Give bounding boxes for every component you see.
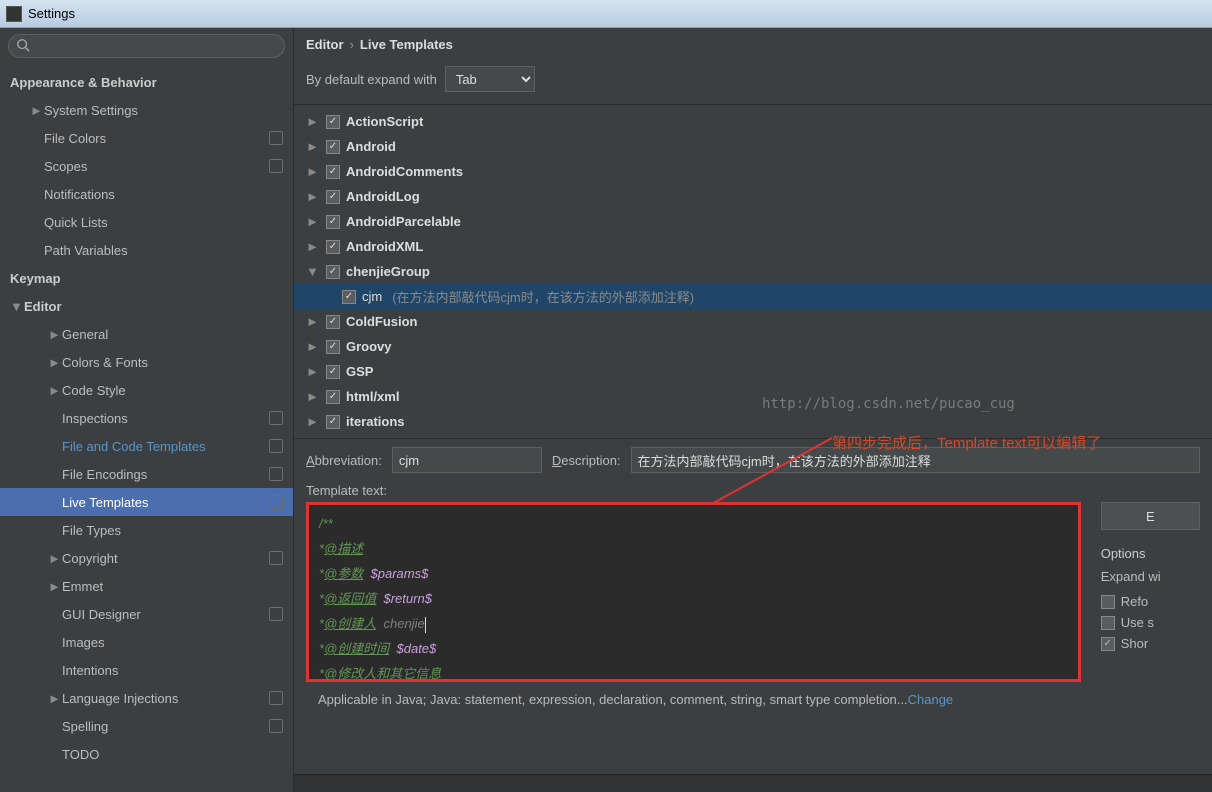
shorten-option[interactable]: ✓Shor xyxy=(1101,636,1200,651)
sidebar-item[interactable]: GUI Designer xyxy=(0,600,293,628)
expand-with-label: Expand wi xyxy=(1101,569,1200,584)
expand-label: By default expand with xyxy=(306,72,437,87)
sidebar-item[interactable]: Scopes xyxy=(0,152,293,180)
app-icon xyxy=(6,6,22,22)
watermark-text: http://blog.csdn.net/pucao_cug xyxy=(762,396,1015,412)
template-group-row[interactable]: ►✓Android xyxy=(294,134,1212,159)
sidebar-item[interactable]: File Colors xyxy=(0,124,293,152)
footer-bar xyxy=(294,774,1212,792)
checkbox-icon[interactable]: ✓ xyxy=(326,115,340,129)
project-badge-icon xyxy=(269,411,283,425)
sidebar-item[interactable]: File Types xyxy=(0,516,293,544)
checkbox-icon[interactable]: ✓ xyxy=(326,340,340,354)
project-badge-icon xyxy=(269,467,283,481)
sidebar-item[interactable]: File Encodings xyxy=(0,460,293,488)
template-group-row[interactable]: ►✓AndroidLog xyxy=(294,184,1212,209)
sidebar-item[interactable]: ►Code Style xyxy=(0,376,293,404)
titlebar: Settings xyxy=(0,0,1212,28)
template-item-row[interactable]: ✓cjm(在方法内部敲代码cjm时，在该方法的外部添加注释) xyxy=(294,284,1212,309)
checkbox-icon[interactable]: ✓ xyxy=(326,265,340,279)
checkbox-icon[interactable]: ✓ xyxy=(326,240,340,254)
checkbox-icon[interactable]: ✓ xyxy=(326,165,340,179)
edit-variables-button[interactable]: E xyxy=(1101,502,1200,530)
expand-select[interactable]: Tab xyxy=(445,66,535,92)
template-text-editor[interactable]: /***@描述*@参数 $params$*@返回值 $return$*@创建人 … xyxy=(306,502,1081,682)
checkbox-icon[interactable]: ✓ xyxy=(326,390,340,404)
sidebar-item[interactable]: ►General xyxy=(0,320,293,348)
sidebar-item[interactable]: File and Code Templates xyxy=(0,432,293,460)
template-group-row[interactable]: ►✓Groovy xyxy=(294,334,1212,359)
checkbox-icon[interactable]: ✓ xyxy=(326,365,340,379)
project-badge-icon xyxy=(269,719,283,733)
template-group-row[interactable]: ►✓ColdFusion xyxy=(294,309,1212,334)
sidebar-item[interactable]: Images xyxy=(0,628,293,656)
use-static-option[interactable]: Use s xyxy=(1101,615,1200,630)
sidebar-group[interactable]: ▼Editor xyxy=(0,292,293,320)
abbrev-label: Abbreviation: xyxy=(306,453,382,468)
project-badge-icon xyxy=(269,495,283,509)
sidebar-item[interactable]: TODO xyxy=(0,740,293,768)
project-badge-icon xyxy=(269,131,283,145)
sidebar-item[interactable]: Path Variables xyxy=(0,236,293,264)
checkbox-icon[interactable]: ✓ xyxy=(326,140,340,154)
desc-label: Description: xyxy=(552,453,621,468)
sidebar-group[interactable]: Appearance & Behavior xyxy=(0,68,293,96)
sidebar-item[interactable]: ►Emmet xyxy=(0,572,293,600)
sidebar-item[interactable]: Inspections xyxy=(0,404,293,432)
checkbox-icon[interactable]: ✓ xyxy=(326,315,340,329)
sidebar-item[interactable]: Spelling xyxy=(0,712,293,740)
project-badge-icon xyxy=(269,439,283,453)
sidebar-item[interactable]: Notifications xyxy=(0,180,293,208)
settings-sidebar: Appearance & Behavior►System SettingsFil… xyxy=(0,28,294,792)
checkbox-icon[interactable]: ✓ xyxy=(326,415,340,429)
annotation-text: 第四步完成后，Template text可以编辑了 xyxy=(832,432,1101,453)
options-title: Options xyxy=(1101,546,1200,561)
template-group-row[interactable]: ►✓AndroidParcelable xyxy=(294,209,1212,234)
checkbox-icon[interactable]: ✓ xyxy=(326,215,340,229)
breadcrumb-a: Editor xyxy=(306,37,344,52)
template-list[interactable]: ►✓ActionScript►✓Android►✓AndroidComments… xyxy=(294,104,1212,439)
template-group-row[interactable]: ►✓AndroidComments xyxy=(294,159,1212,184)
template-group-row[interactable]: ►✓iterations xyxy=(294,409,1212,434)
breadcrumb-sep: › xyxy=(350,37,354,52)
project-badge-icon xyxy=(269,607,283,621)
template-text-label: Template text: xyxy=(306,483,1200,498)
breadcrumb-b: Live Templates xyxy=(360,37,453,52)
project-badge-icon xyxy=(269,691,283,705)
search-box[interactable] xyxy=(8,34,285,58)
abbrev-input[interactable] xyxy=(392,447,542,473)
content-panel: Editor › Live Templates By default expan… xyxy=(294,28,1212,792)
template-group-row[interactable]: ►✓html/xml xyxy=(294,384,1212,409)
sidebar-item[interactable]: Intentions xyxy=(0,656,293,684)
sidebar-item[interactable]: ►Colors & Fonts xyxy=(0,348,293,376)
change-link[interactable]: Change xyxy=(908,692,954,707)
window-title: Settings xyxy=(28,6,75,21)
search-input[interactable] xyxy=(8,34,285,58)
project-badge-icon xyxy=(269,159,283,173)
sidebar-item[interactable]: ►Language Injections xyxy=(0,684,293,712)
sidebar-item[interactable]: Live Templates xyxy=(0,488,293,516)
sidebar-item[interactable]: ►Copyright xyxy=(0,544,293,572)
template-group-row[interactable]: ►✓GSP xyxy=(294,359,1212,384)
template-group-row[interactable]: ►✓ActionScript xyxy=(294,109,1212,134)
template-group-row[interactable]: ►✓AndroidXML xyxy=(294,234,1212,259)
search-icon xyxy=(16,38,30,55)
project-badge-icon xyxy=(269,551,283,565)
settings-tree[interactable]: Appearance & Behavior►System SettingsFil… xyxy=(0,64,293,792)
template-group-row[interactable]: ▼✓chenjieGroup xyxy=(294,259,1212,284)
applicable-contexts: Applicable in Java; Java: statement, exp… xyxy=(306,682,1200,717)
reformat-option[interactable]: Refo xyxy=(1101,594,1200,609)
sidebar-item[interactable]: Quick Lists xyxy=(0,208,293,236)
breadcrumb: Editor › Live Templates xyxy=(294,28,1212,60)
sidebar-item[interactable]: ►System Settings xyxy=(0,96,293,124)
sidebar-group[interactable]: Keymap xyxy=(0,264,293,292)
checkbox-icon[interactable]: ✓ xyxy=(326,190,340,204)
checkbox-icon[interactable]: ✓ xyxy=(342,290,356,304)
options-panel: E Options Expand wi Refo Use s ✓Shor xyxy=(1101,502,1200,682)
